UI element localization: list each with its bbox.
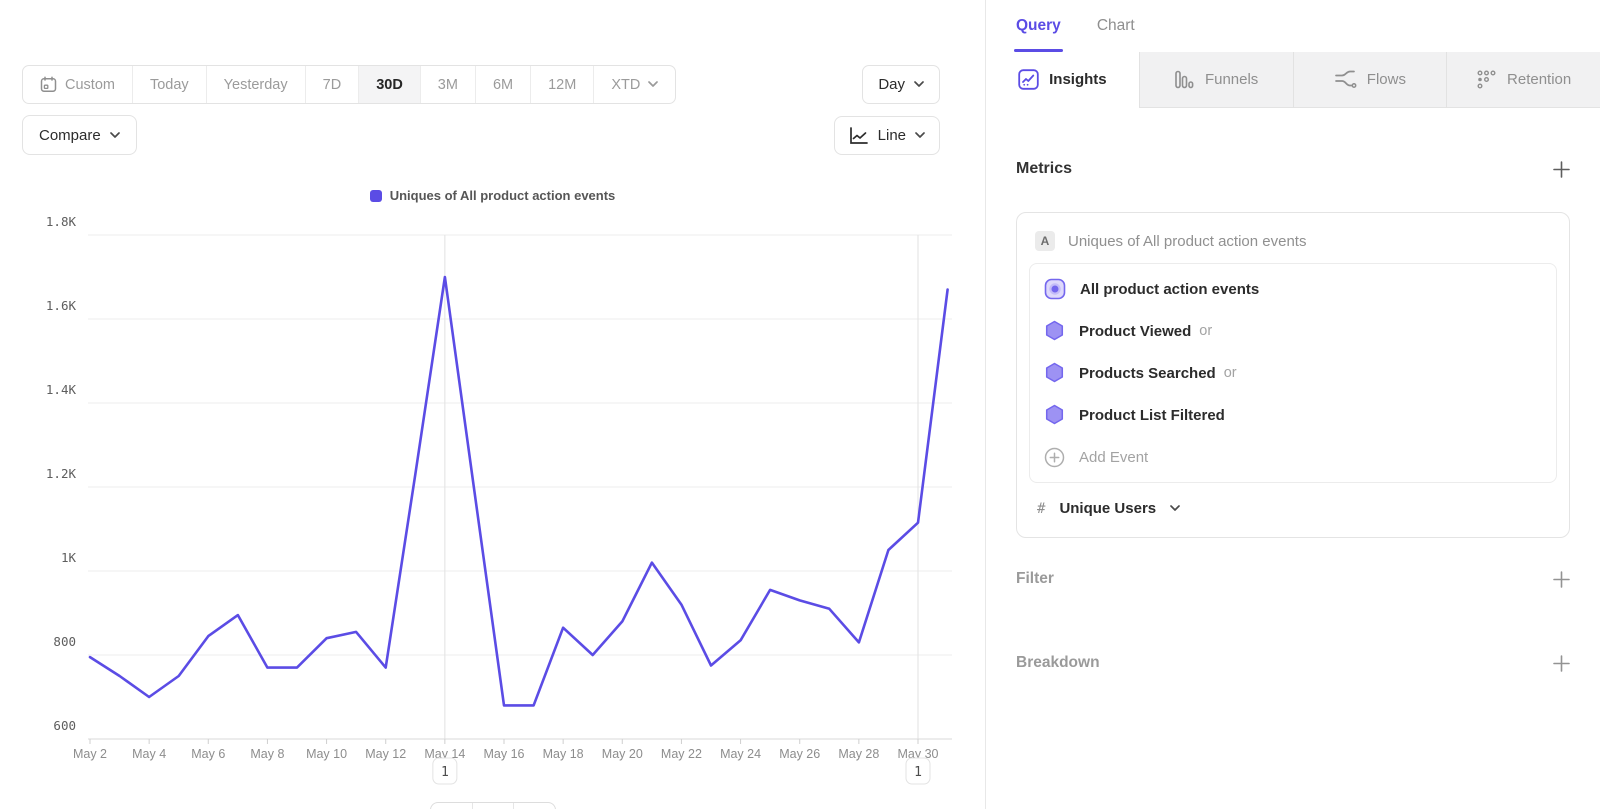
query-panel: Query Chart Insights Funnels Flows Retentio…	[985, 0, 1600, 809]
measure-label: Unique Users	[1059, 500, 1156, 517]
tab-retention[interactable]: Retention	[1446, 52, 1600, 108]
x-axis-label: May 6	[191, 747, 225, 761]
x-axis-label: May 24	[720, 747, 761, 761]
breakdown-title: Breakdown	[1016, 654, 1100, 672]
measure-dropdown[interactable]: # Unique Users	[1029, 483, 1557, 531]
event-label: Products Searched	[1079, 365, 1216, 382]
event-operator: or	[1199, 323, 1212, 339]
chevron-down-icon	[1170, 505, 1180, 511]
x-axis-label: May 8	[250, 747, 284, 761]
event-label: Product List Filtered	[1079, 407, 1225, 424]
funnels-icon	[1174, 69, 1195, 90]
annotation-badge-label: 1	[441, 765, 449, 780]
hexagon-icon	[1044, 362, 1065, 384]
add-metric-button[interactable]	[1553, 161, 1570, 178]
view-tabs: Insights Funnels Flows Retention	[986, 52, 1600, 108]
line-chart: 1.8K 1.6K 1.4K 1.2K 1K 800 600 May 2 May 4 May 6 M…	[0, 0, 985, 809]
panel-header: Query Chart	[986, 0, 1600, 52]
add-filter-button[interactable]	[1553, 571, 1570, 588]
x-axis-label: May 10	[306, 747, 347, 761]
metric-letter-badge: A	[1035, 231, 1055, 251]
event-label: Product Viewed	[1079, 323, 1191, 340]
tab-query-label: Query	[1016, 17, 1061, 35]
y-axis-label: 1.8K	[46, 214, 77, 229]
event-label: Add Event	[1079, 449, 1148, 466]
insights-icon	[1018, 69, 1039, 90]
hexagon-icon	[1044, 404, 1065, 426]
x-axis-label: May 12	[365, 747, 406, 761]
x-axis-label: May 2	[73, 747, 107, 761]
tab-insights[interactable]: Insights	[986, 52, 1139, 108]
plus-icon	[1553, 655, 1570, 672]
flows-icon	[1334, 69, 1357, 90]
filter-section-header: Filter	[1016, 570, 1570, 588]
plus-icon	[1553, 161, 1570, 178]
y-axis-label: 1.6K	[46, 298, 77, 313]
metrics-section-header: Metrics	[1016, 160, 1570, 178]
x-axis-label: May 18	[543, 747, 584, 761]
retention-icon	[1476, 69, 1497, 90]
metric-card-header[interactable]: A Uniques of All product action events	[1029, 223, 1557, 263]
x-axis-label: May 4	[132, 747, 166, 761]
metric-card-title: Uniques of All product action events	[1068, 233, 1306, 250]
x-axis-label: May 16	[484, 747, 525, 761]
y-axis-label: 1.4K	[46, 382, 77, 397]
all-events-icon	[1044, 278, 1066, 300]
tab-chart-label: Chart	[1097, 17, 1135, 35]
y-axis-label: 1K	[61, 550, 77, 565]
metrics-title: Metrics	[1016, 160, 1072, 178]
app-root: CustomTodayYesterday7D30D3M6M12MXTD Day …	[0, 0, 1600, 809]
event-row-product-viewed[interactable]: Product Viewed or	[1030, 310, 1556, 352]
hexagon-icon	[1044, 320, 1065, 342]
tab-query[interactable]: Query	[1016, 0, 1061, 52]
metric-card: A Uniques of All product action events A…	[1016, 212, 1570, 538]
add-breakdown-button[interactable]	[1553, 655, 1570, 672]
chart-line	[90, 277, 948, 705]
event-list: All product action events Product Viewed o…	[1029, 263, 1557, 483]
x-axis-label: May 26	[779, 747, 820, 761]
active-tab-underline	[1014, 49, 1063, 52]
breakdown-section-header: Breakdown	[1016, 654, 1570, 672]
tab-flows[interactable]: Flows	[1293, 52, 1447, 108]
event-row-product-list-filtered[interactable]: Product List Filtered	[1030, 394, 1556, 436]
tab-funnels[interactable]: Funnels	[1139, 52, 1293, 108]
add-circle-icon	[1044, 447, 1065, 468]
x-axis-label: May 22	[661, 747, 702, 761]
x-axis-label: May 28	[838, 747, 879, 761]
panel-body: Metrics A Uniques of All product action …	[986, 160, 1600, 672]
y-axis-label: 600	[53, 718, 76, 733]
tab-chart[interactable]: Chart	[1097, 0, 1135, 52]
zoom-control-partial[interactable]	[430, 802, 556, 809]
event-label: All product action events	[1080, 281, 1259, 298]
event-row-add-event[interactable]: Add Event	[1030, 436, 1556, 478]
filter-title: Filter	[1016, 570, 1054, 588]
event-row-products-searched[interactable]: Products Searched or	[1030, 352, 1556, 394]
y-axis-label: 1.2K	[46, 466, 77, 481]
tab-label: Retention	[1507, 71, 1571, 88]
event-row-all-product-action-events[interactable]: All product action events	[1030, 268, 1556, 310]
x-axis-label: May 20	[602, 747, 643, 761]
annotation-badge-label: 1	[914, 765, 922, 780]
tab-label: Funnels	[1205, 71, 1258, 88]
event-operator: or	[1224, 365, 1237, 381]
y-axis-label: 800	[53, 634, 76, 649]
tab-label: Insights	[1049, 71, 1107, 88]
hash-icon: #	[1037, 501, 1045, 517]
chart-pane: CustomTodayYesterday7D30D3M6M12MXTD Day …	[0, 0, 985, 809]
tab-label: Flows	[1367, 71, 1406, 88]
plus-icon	[1553, 571, 1570, 588]
